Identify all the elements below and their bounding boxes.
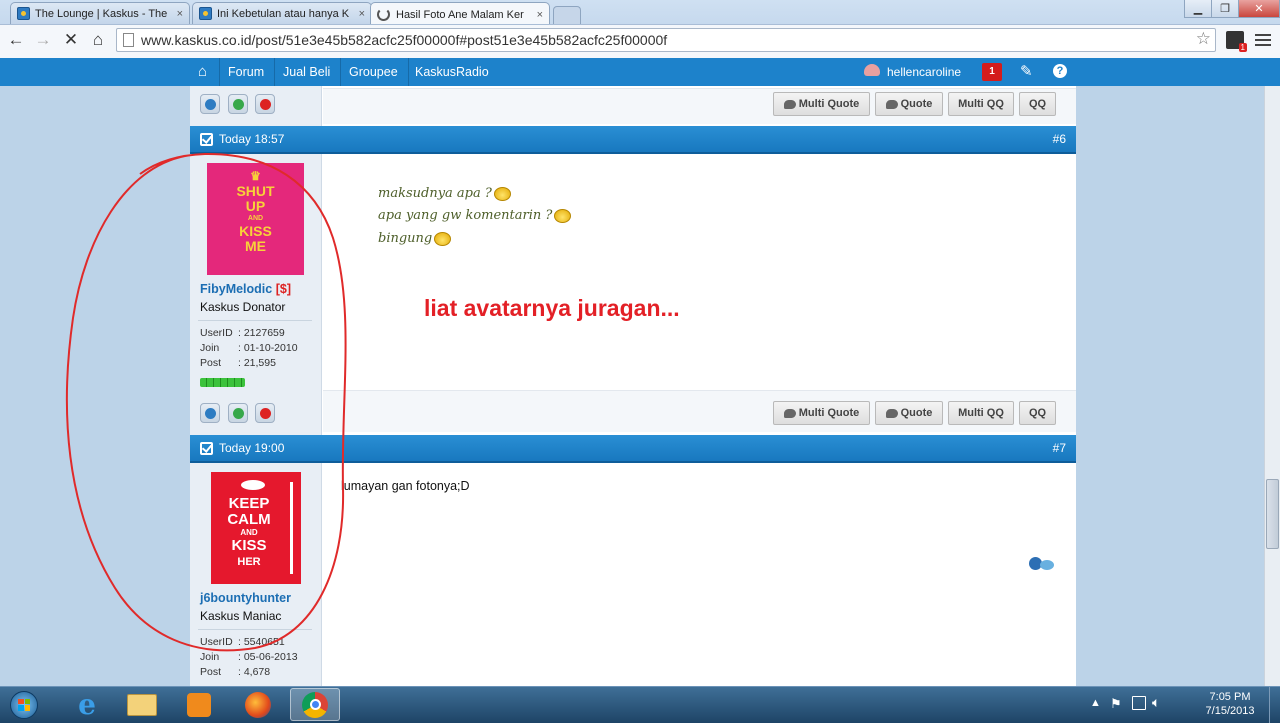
post-number[interactable]: #6: [1053, 132, 1066, 146]
show-desktop-button[interactable]: [1269, 687, 1280, 723]
emoticon-icon: [554, 208, 572, 223]
divider: [198, 320, 312, 321]
notification-badge[interactable]: 1: [982, 63, 1002, 81]
extension-icon[interactable]: 1: [1226, 31, 1247, 52]
scrollbar-thumb[interactable]: [1266, 479, 1279, 549]
post-message-line: apa yang gw komentarin ?: [378, 208, 572, 223]
minimize-icon[interactable]: ▁: [1184, 0, 1212, 18]
user-avatar-icon[interactable]: [864, 64, 880, 76]
reputation-add-icon[interactable]: [228, 94, 248, 114]
loading-icon: [377, 8, 390, 21]
multi-quote-button[interactable]: Multi Quote: [773, 92, 870, 116]
crown-icon: ♛: [250, 169, 261, 183]
nav-jual-beli[interactable]: Jual Beli: [273, 58, 342, 86]
nav-username[interactable]: hellencaroline: [887, 58, 961, 86]
emoticon-icon: [493, 186, 511, 201]
lips-icon: [241, 480, 265, 490]
nav-kaskusradio[interactable]: KaskusRadio: [405, 58, 499, 86]
kaskus-favicon: [199, 7, 212, 20]
divider: [198, 629, 312, 630]
user-avatar[interactable]: KEEP CALM AND KISS HER: [211, 472, 301, 584]
quote-button[interactable]: Quote: [875, 92, 943, 116]
home-nav-icon[interactable]: ⌂: [190, 58, 220, 86]
browser-tab-active[interactable]: Hasil Foto Ane Malam Ker ×: [370, 2, 550, 26]
user-rank: Kaskus Donator: [200, 300, 286, 314]
back-icon[interactable]: ←: [5, 29, 27, 51]
report-icon[interactable]: [255, 94, 275, 114]
multi-quote-button[interactable]: Multi Quote: [773, 401, 870, 425]
windows-logo-icon: [10, 690, 38, 719]
browser-tab[interactable]: The Lounge | Kaskus - The ×: [10, 2, 190, 24]
clock[interactable]: 7:05 PM 7/15/2013: [1195, 690, 1265, 718]
multi-qq-button[interactable]: Multi QQ: [948, 401, 1014, 425]
reputation-bar: [200, 378, 245, 387]
post-message-line: bingung: [378, 231, 452, 246]
tray-expand-icon[interactable]: ▲: [1090, 697, 1101, 709]
volume-icon[interactable]: 🔈︎: [1152, 694, 1160, 711]
kaskus-favicon: [17, 7, 30, 20]
browser-tab[interactable]: Ini Kebetulan atau hanya K ×: [192, 2, 372, 24]
edit-pencil-icon[interactable]: ✎: [1020, 62, 1033, 80]
user-rank: Kaskus Maniac: [200, 609, 282, 623]
username-link[interactable]: FibyMelodic [$]: [200, 282, 291, 296]
post-number[interactable]: #7: [1053, 441, 1066, 455]
close-window-icon[interactable]: ✕: [1238, 0, 1280, 18]
close-tab-icon[interactable]: ×: [173, 8, 183, 20]
home-icon[interactable]: ⌂: [87, 29, 109, 51]
new-tab-button[interactable]: [553, 6, 581, 24]
bookmark-star-icon[interactable]: ☆: [1196, 29, 1211, 49]
emoticon-icon: [434, 231, 452, 246]
reputation-view-icon[interactable]: [200, 94, 220, 114]
menu-icon[interactable]: [1254, 31, 1272, 49]
page-icon: [123, 33, 134, 47]
qq-button[interactable]: QQ: [1019, 401, 1056, 425]
chrome-icon[interactable]: [290, 688, 340, 721]
user-info: UserID: 5540651 Join: 05-06-2013 Post: 4…: [200, 636, 298, 678]
nav-forum[interactable]: Forum: [218, 58, 276, 86]
help-icon[interactable]: ?: [1053, 64, 1067, 78]
arrow-icon: [290, 482, 293, 574]
checkbox-icon[interactable]: [200, 132, 213, 146]
close-tab-icon[interactable]: ×: [355, 8, 365, 20]
page-scrollbar[interactable]: [1264, 86, 1280, 686]
explorer-folder-icon[interactable]: [117, 688, 167, 721]
post-message-line: maksudnya apa ?: [378, 186, 511, 201]
reputation-view-icon[interactable]: [200, 403, 220, 423]
user-avatar[interactable]: ♛ SHUT UP AND KISS ME: [207, 163, 304, 275]
stop-icon[interactable]: ✕: [60, 29, 82, 51]
multi-qq-button[interactable]: Multi QQ: [948, 92, 1014, 116]
nav-groupee[interactable]: Groupee: [339, 58, 409, 86]
internet-explorer-icon[interactable]: e: [62, 688, 112, 721]
action-center-flag-icon[interactable]: ⚑: [1110, 696, 1122, 712]
checkbox-icon[interactable]: [200, 441, 213, 455]
thread-content: [190, 86, 1076, 686]
start-button[interactable]: [4, 688, 44, 721]
post-message: lumayan gan fotonya;D: [341, 479, 470, 493]
username-link[interactable]: j6bountyhunter: [200, 591, 291, 605]
network-icon[interactable]: [1132, 696, 1146, 710]
qq-button[interactable]: QQ: [1019, 92, 1056, 116]
address-bar[interactable]: www.kaskus.co.id/post/51e3e45b582acfc25f…: [116, 28, 1216, 52]
forward-icon[interactable]: →: [32, 29, 54, 51]
close-tab-icon[interactable]: ×: [533, 9, 543, 21]
user-info: UserID: 2127659 Join: 01-10-2010 Post: 2…: [200, 327, 298, 369]
report-icon[interactable]: [255, 403, 275, 423]
reputation-add-icon[interactable]: [228, 403, 248, 423]
media-player-icon[interactable]: [174, 688, 224, 721]
post-header: Today 18:57 #6: [190, 126, 1076, 154]
annotation-text: liat avatarnya juragan...: [424, 295, 680, 321]
restore-icon[interactable]: ❐: [1211, 0, 1239, 18]
post-header: Today 19:00 #7: [190, 435, 1076, 463]
firefox-icon[interactable]: [233, 688, 283, 721]
emoticon-icon: [1029, 557, 1055, 571]
quote-button[interactable]: Quote: [875, 401, 943, 425]
